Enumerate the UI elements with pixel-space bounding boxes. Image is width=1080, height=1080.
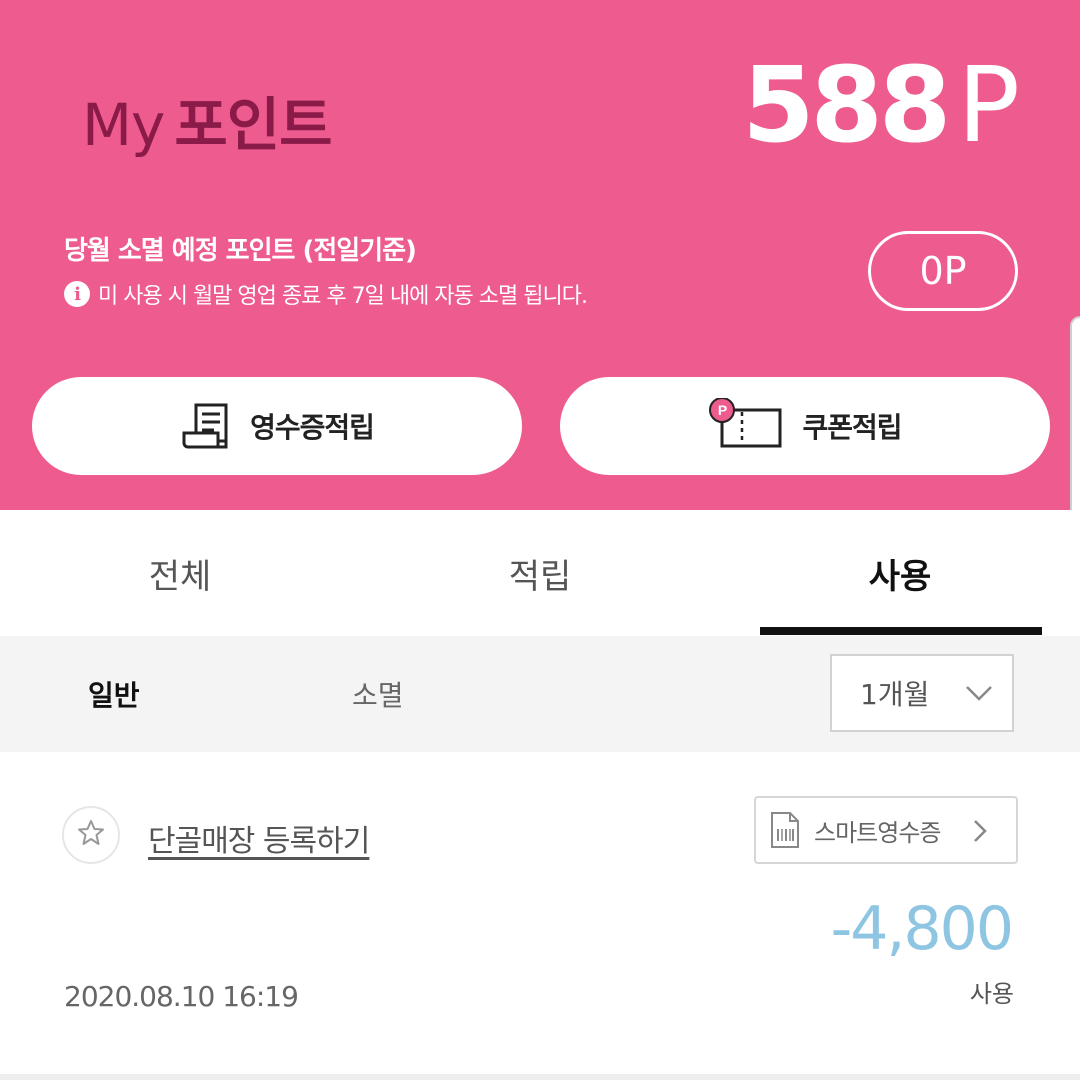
divider — [0, 1074, 1080, 1080]
coupon-earn-label: 쿠폰적립 — [802, 411, 902, 444]
star-icon — [76, 818, 106, 852]
transaction-type: 사용 — [969, 980, 1014, 1008]
filter-bar: 일반 소멸 1개월 — [0, 636, 1080, 752]
transaction-datetime: 2020.08.10 16:19 — [64, 980, 299, 1013]
favorite-store-button[interactable] — [62, 806, 120, 864]
receipt-earn-button[interactable]: 영수증적립 — [32, 377, 522, 475]
period-select-value: 1개월 — [860, 678, 930, 711]
total-points-unit: P — [957, 44, 1020, 166]
receipt-icon — [180, 401, 232, 451]
history-tabs: 전체 적립 사용 — [0, 510, 1080, 636]
expire-note: i 미 사용 시 월말 영업 종료 후 7일 내에 자동 소멸 됩니다. — [64, 278, 588, 310]
smart-receipt-icon — [770, 811, 800, 849]
page-title: My 포인트 — [82, 78, 332, 162]
expire-note-text: 미 사용 시 월말 영업 종료 후 7일 내에 자동 소멸 됩니다. — [98, 284, 588, 309]
transaction-amount: -4,800 — [830, 894, 1014, 964]
tab-earn[interactable]: 적립 — [360, 510, 720, 636]
receipt-earn-label: 영수증적립 — [250, 411, 375, 444]
coupon-earn-button[interactable]: P 쿠폰적립 — [560, 377, 1050, 475]
chevron-right-icon — [972, 818, 988, 850]
filter-expired[interactable]: 소멸 — [352, 636, 404, 752]
period-select[interactable]: 1개월 — [830, 654, 1014, 732]
total-points: 588P — [742, 44, 1020, 166]
page-title-prefix: My — [82, 91, 165, 159]
coupon-icon: P — [708, 398, 784, 454]
coupon-badge-text: P — [718, 402, 727, 418]
chevron-down-icon — [964, 678, 994, 715]
smart-receipt-label: 스마트영수증 — [814, 818, 941, 847]
register-store-link[interactable]: 단골매장 등록하기 — [148, 816, 370, 860]
expire-title: 당월 소멸 예정 포인트 (전일기준) — [64, 236, 417, 266]
tab-use[interactable]: 사용 — [760, 510, 1040, 636]
filter-general[interactable]: 일반 — [88, 636, 140, 752]
info-icon: i — [64, 281, 90, 307]
page-title-main: 포인트 — [174, 91, 332, 159]
total-points-value: 588 — [742, 44, 951, 166]
list-item: 단골매장 등록하기 스마트영수증 -4,800 사용 2020.08.10 16… — [0, 752, 1080, 1074]
active-tab-indicator — [760, 627, 1042, 635]
points-header: My 포인트 588P 당월 소멸 예정 포인트 (전일기준) i 미 사용 시 … — [0, 0, 1080, 510]
smart-receipt-button[interactable]: 스마트영수증 — [754, 796, 1018, 864]
expire-points-badge[interactable]: 0P — [868, 231, 1018, 311]
tab-all[interactable]: 전체 — [0, 510, 360, 636]
